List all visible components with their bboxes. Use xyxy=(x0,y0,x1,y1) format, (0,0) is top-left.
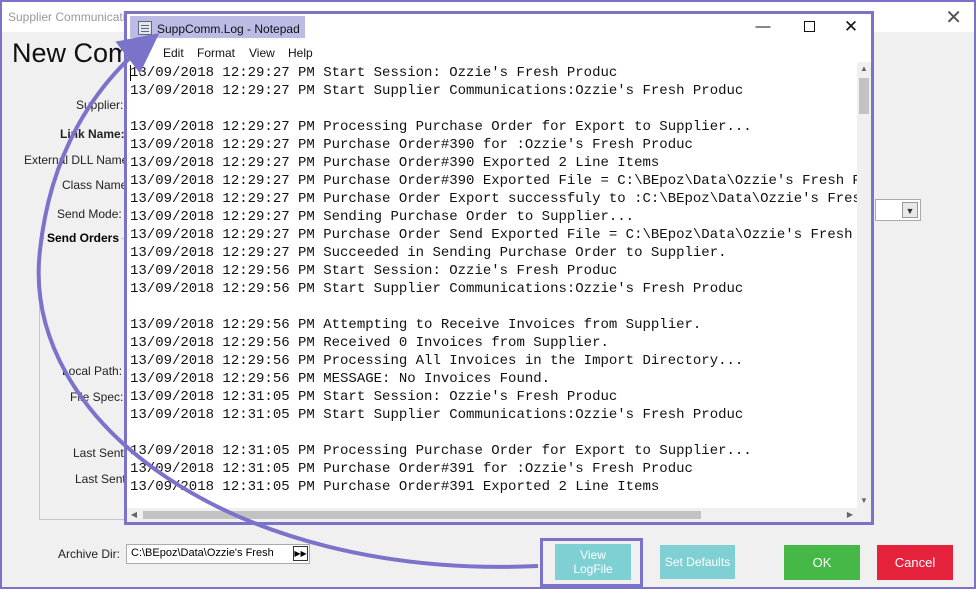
log-line: 13/09/2018 12:31:05 PM Purchase Order#39… xyxy=(130,479,660,495)
archive-dir-input[interactable]: C:\BEpoz\Data\Ozzie's Fresh xyxy=(126,544,310,564)
minimize-icon[interactable]: — xyxy=(753,17,773,37)
close-icon[interactable]: ✕ xyxy=(841,17,861,37)
link-name-label: Link Name: xyxy=(60,127,125,141)
scroll-right-icon[interactable]: ▶ xyxy=(843,508,857,522)
external-dll-names-label: External DLL Names xyxy=(24,153,135,167)
text-caret xyxy=(130,65,131,81)
supplier-label: Supplier: xyxy=(76,98,124,112)
log-line: 13/09/2018 12:29:27 PM Purchase Order#39… xyxy=(130,155,660,171)
log-line: 13/09/2018 12:29:27 PM Processing Purcha… xyxy=(130,119,752,135)
scroll-down-icon[interactable]: ▼ xyxy=(857,494,871,508)
last-sent-label-1: Last Sent I xyxy=(73,446,131,460)
horizontal-scrollbar[interactable]: ◀ ▶ xyxy=(127,508,857,522)
notepad-window: SuppComm.Log - Notepad — ✕ File Edit For… xyxy=(124,11,874,525)
log-line: 13/09/2018 12:29:27 PM Sending Purchase … xyxy=(130,209,635,225)
log-line: 13/09/2018 12:29:56 PM Start Session: Oz… xyxy=(130,263,618,279)
menu-edit[interactable]: Edit xyxy=(163,46,184,60)
file-spec-label: File Spec: xyxy=(70,390,124,404)
log-line: 13/09/2018 12:29:27 PM Succeeded in Send… xyxy=(130,245,727,261)
scroll-up-icon[interactable]: ▲ xyxy=(857,62,871,76)
horizontal-scroll-thumb[interactable] xyxy=(143,511,701,519)
notepad-icon xyxy=(138,21,152,35)
chevron-down-icon: ▼ xyxy=(902,202,918,218)
notepad-titlebar: SuppComm.Log - Notepad — ✕ xyxy=(127,14,871,42)
maximize-icon[interactable] xyxy=(799,17,819,37)
ok-button[interactable]: OK xyxy=(784,545,860,580)
send-mode-label: Send Mode: xyxy=(57,207,122,221)
log-line: 13/09/2018 12:31:05 PM Purchase Order#39… xyxy=(130,461,693,477)
cancel-button[interactable]: Cancel xyxy=(877,545,953,580)
menu-help[interactable]: Help xyxy=(288,46,313,60)
view-logfile-button[interactable]: View LogFile xyxy=(555,544,631,580)
log-line: 13/09/2018 12:29:27 PM Purchase Order Se… xyxy=(130,227,857,243)
notepad-menubar: File Edit Format View Help xyxy=(127,44,871,62)
local-path-label: Local Path: xyxy=(62,364,123,378)
log-line: 13/09/2018 12:29:27 PM Purchase Order#39… xyxy=(130,137,693,153)
log-line: 13/09/2018 12:29:56 PM Received 0 Invoic… xyxy=(130,335,609,351)
log-line: 13/09/2018 12:29:56 PM Attempting to Rec… xyxy=(130,317,702,333)
archive-dir-label: Archive Dir: xyxy=(58,547,121,561)
menu-view[interactable]: View xyxy=(249,46,275,60)
log-line: 13/09/2018 12:29:27 PM Purchase Order Ex… xyxy=(130,191,857,207)
menu-format[interactable]: Format xyxy=(197,46,235,60)
page-title: New Com xyxy=(12,38,131,68)
log-line: 13/09/2018 12:29:27 PM Start Session: Oz… xyxy=(130,65,618,81)
menu-file[interactable]: File xyxy=(130,46,149,60)
notepad-text-area[interactable]: 13/09/2018 12:29:27 PM Start Session: Oz… xyxy=(127,62,857,508)
log-line: 13/09/2018 12:31:05 PM Start Supplier Co… xyxy=(130,407,744,423)
scroll-left-icon[interactable]: ◀ xyxy=(127,508,141,522)
set-defaults-button[interactable]: Set Defaults xyxy=(660,545,735,579)
log-line: 13/09/2018 12:29:27 PM Purchase Order#39… xyxy=(130,173,857,189)
browse-arrow-icon[interactable]: ▶▶ xyxy=(293,546,308,561)
scrollbar-corner xyxy=(857,508,871,522)
notepad-title: SuppComm.Log - Notepad xyxy=(157,22,300,36)
log-line: 13/09/2018 12:29:56 PM Start Supplier Co… xyxy=(130,281,744,297)
notepad-title-chip: SuppComm.Log - Notepad xyxy=(130,16,305,38)
vertical-scroll-thumb[interactable] xyxy=(859,78,869,114)
log-line: 13/09/2018 12:29:56 PM Processing All In… xyxy=(130,353,744,369)
send-orders-label: Send Orders xyxy=(45,231,122,245)
vertical-scrollbar[interactable]: ▲ ▼ xyxy=(857,62,871,508)
view-logfile-label: View LogFile xyxy=(573,548,613,576)
log-line: 13/09/2018 12:31:05 PM Processing Purcha… xyxy=(130,443,752,459)
outer-window-title: Supplier Communicati xyxy=(8,10,126,24)
log-line: 13/09/2018 12:31:05 PM Start Session: Oz… xyxy=(130,389,618,405)
log-line: 13/09/2018 12:29:56 PM MESSAGE: No Invoi… xyxy=(130,371,551,387)
outer-close-icon[interactable]: ✕ xyxy=(945,5,962,30)
last-sent-label-2: Last Sent xyxy=(75,472,126,486)
class-names-label: Class Names xyxy=(62,178,134,192)
log-line: 13/09/2018 12:29:27 PM Start Supplier Co… xyxy=(130,83,744,99)
send-mode-dropdown[interactable]: ▼ xyxy=(875,199,921,221)
